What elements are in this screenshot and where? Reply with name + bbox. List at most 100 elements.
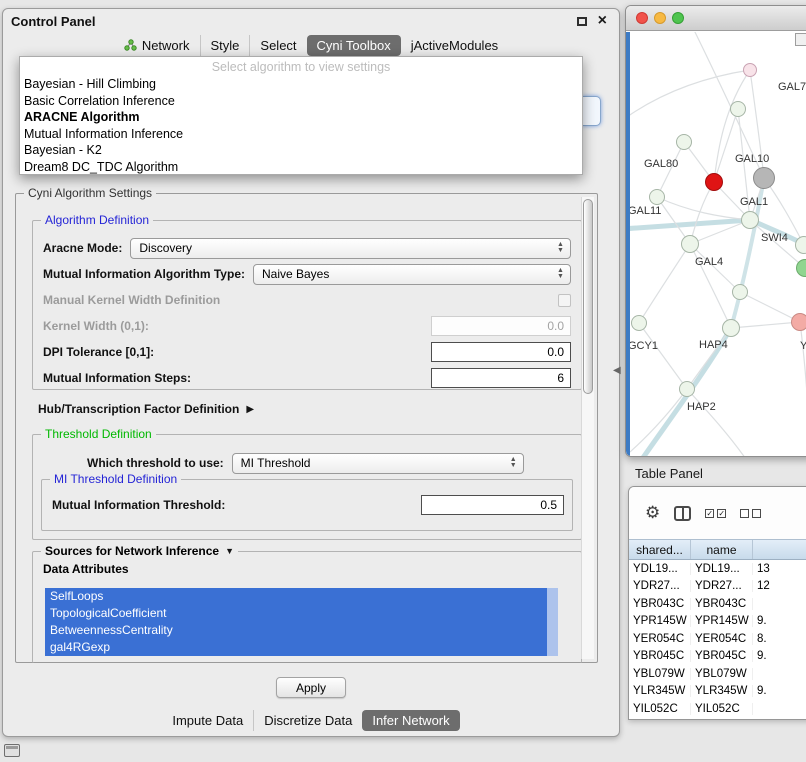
network-view: GAL7GAL80GAL10GAL11GAL1SWI4GAL4GCY1HAP4Y… [626, 32, 806, 456]
scroll-corner-icon [795, 33, 806, 46]
network-node[interactable] [732, 284, 748, 300]
tab-style[interactable]: Style [200, 35, 250, 56]
apply-button[interactable]: Apply [276, 677, 346, 698]
algorithm-option[interactable]: Basic Correlation Inference [20, 93, 582, 110]
mi-type-label: Mutual Information Algorithm Type: [43, 267, 245, 281]
kernel-width-row: Kernel Width (0,1): 0.0 [43, 313, 571, 339]
attribute-item[interactable]: TopologicalCoefficient [45, 605, 547, 622]
table-row[interactable]: YLR345W YLR345W 9. [629, 683, 806, 701]
aracne-mode-select[interactable]: Discovery ▲▼ [130, 238, 571, 259]
network-node[interactable] [681, 235, 699, 253]
tab-discretize-data[interactable]: Discretize Data [253, 710, 362, 731]
tab-impute-data[interactable]: Impute Data [162, 710, 253, 731]
list-scrollbar[interactable] [547, 588, 558, 656]
cell-name: YDR27... [691, 580, 753, 592]
select-all-columns-icon[interactable]: ✓ ✓ [705, 509, 726, 518]
tab-jactivemodules[interactable]: jActiveModules [401, 35, 508, 56]
network-canvas[interactable]: GAL7GAL80GAL10GAL11GAL1SWI4GAL4GCY1HAP4Y… [630, 32, 806, 456]
cell-value: 9. [753, 685, 806, 697]
arrow-down-icon: ▼ [557, 248, 564, 254]
algorithm-option[interactable]: Bayesian - K2 [20, 142, 582, 159]
network-node[interactable] [741, 211, 759, 229]
tab-network[interactable]: Network [114, 35, 200, 56]
network-node[interactable] [722, 319, 740, 337]
network-node[interactable] [679, 381, 695, 397]
hub-definition-label: Hub/Transcription Factor Definition [38, 402, 239, 416]
network-node[interactable] [730, 101, 746, 117]
checked-box-icon: ✓ [705, 509, 714, 518]
table-row[interactable]: YBR045C YBR045C 9. [629, 648, 806, 666]
network-node[interactable] [753, 167, 775, 189]
network-node[interactable] [743, 63, 757, 77]
attribute-item[interactable]: SelfLoops [45, 588, 547, 605]
float-window-icon[interactable] [577, 17, 587, 26]
hub-definition-toggle[interactable]: Hub/Transcription Factor Definition ▶ [38, 400, 254, 418]
settings-legend: Cyni Algorithm Settings [24, 186, 156, 201]
cyni-algorithm-settings-group: Cyni Algorithm Settings Algorithm Defini… [15, 193, 598, 663]
network-window-titlebar[interactable] [626, 6, 806, 31]
checked-box-icon: ✓ [717, 509, 726, 518]
cell-shared-name: YDL19... [629, 563, 691, 575]
window-buttons: × [577, 15, 607, 27]
sources-legend[interactable]: Sources for Network Inference ▼ [41, 544, 238, 559]
zoom-traffic-light-icon[interactable] [672, 12, 684, 24]
cell-shared-name: YLR345W [629, 685, 691, 697]
network-node[interactable] [631, 315, 647, 331]
mi-steps-field[interactable]: 6 [431, 368, 571, 388]
cell-shared-name: YER054C [629, 633, 691, 645]
tab-label: jActiveModules [411, 38, 498, 53]
aracne-mode-value: Discovery [139, 241, 570, 255]
table-row[interactable]: YDR27... YDR27... 12 [629, 578, 806, 596]
tab-infer-network[interactable]: Infer Network [362, 710, 459, 731]
algorithm-option[interactable]: ARACNE Algorithm [20, 109, 582, 126]
algorithm-option[interactable]: Mutual Information Inference [20, 126, 582, 143]
mi-threshold-field[interactable]: 0.5 [421, 495, 564, 515]
table-row[interactable]: YPR145W YPR145W 9. [629, 613, 806, 631]
minimized-panel-icon[interactable] [4, 744, 20, 757]
panel-splitter-arrow-icon[interactable]: ◀ [613, 365, 621, 376]
data-attributes-list[interactable]: SelfLoopsTopologicalCoefficientBetweenne… [45, 588, 558, 656]
close-traffic-light-icon[interactable] [636, 12, 648, 24]
network-node[interactable] [705, 173, 723, 191]
network-node[interactable] [649, 189, 665, 205]
table-row[interactable]: YDL19... YDL19... 13 [629, 560, 806, 578]
tab-cyni-toolbox[interactable]: Cyni Toolbox [307, 35, 401, 56]
attribute-item[interactable]: gal4RGexp [45, 639, 547, 656]
network-node-label: GAL7 [778, 81, 806, 93]
close-icon[interactable]: × [598, 15, 607, 27]
table-row[interactable]: YBL079W YBL079W [629, 665, 806, 683]
mi-type-row: Mutual Information Algorithm Type: Naive… [43, 261, 571, 287]
table-row[interactable]: YER054C YER054C 8. [629, 630, 806, 648]
network-node-label: GAL80 [644, 158, 678, 170]
collapse-arrow-icon[interactable]: ▼ [225, 544, 234, 559]
tab-select[interactable]: Select [249, 35, 306, 56]
which-threshold-select[interactable]: MI Threshold ▲▼ [232, 453, 524, 474]
mi-type-select[interactable]: Naive Bayes ▲▼ [253, 264, 571, 285]
sources-group: Sources for Network Inference ▼ Data Att… [32, 551, 582, 663]
gear-icon[interactable]: ⚙ [645, 503, 660, 523]
table-row[interactable]: YBR043C YBR043C [629, 595, 806, 613]
popup-placeholder: Select algorithm to view settings [20, 59, 582, 76]
algorithm-option[interactable]: Bayesian - Hill Climbing [20, 76, 582, 93]
settings-scrollbar[interactable] [581, 197, 594, 659]
control-panel-titlebar[interactable]: Control Panel × [3, 9, 619, 33]
minimize-traffic-light-icon[interactable] [654, 12, 666, 24]
network-node[interactable] [795, 236, 806, 254]
table-row[interactable]: YIL052C YIL052C [629, 700, 806, 718]
column-selector-icon[interactable] [674, 506, 691, 521]
column-header-name[interactable]: name [691, 540, 753, 559]
unchecked-box-icon [752, 509, 761, 518]
network-node[interactable] [791, 313, 806, 331]
attribute-item[interactable]: BetweennessCentrality [45, 622, 547, 639]
dpi-tolerance-field[interactable]: 0.0 [431, 342, 571, 362]
algorithm-option[interactable]: Dream8 DC_TDC Algorithm [20, 159, 582, 176]
deselect-all-columns-icon[interactable] [740, 509, 761, 518]
algorithm-select-fragment[interactable] [582, 96, 601, 126]
column-header-partial[interactable] [753, 540, 806, 559]
scrollbar-thumb[interactable] [583, 199, 593, 394]
cell-shared-name: YBR045C [629, 650, 691, 662]
expand-arrow-icon[interactable]: ▶ [246, 404, 254, 415]
manual-kernel-checkbox[interactable] [558, 294, 571, 307]
network-node[interactable] [676, 134, 692, 150]
column-header-shared-name[interactable]: shared... [629, 540, 691, 559]
